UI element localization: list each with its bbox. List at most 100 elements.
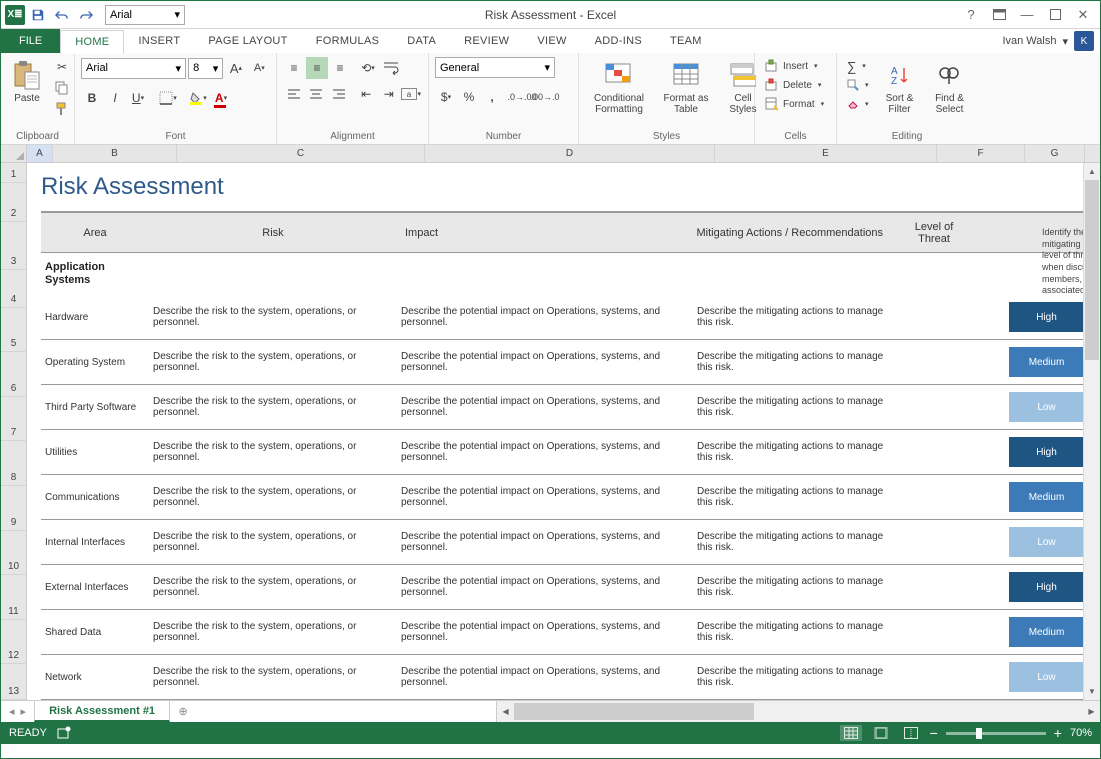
minimize-icon[interactable]: — <box>1016 4 1038 26</box>
row-header[interactable]: 12 <box>1 620 27 665</box>
column-header[interactable]: F <box>937 145 1025 162</box>
row-header[interactable]: 3 <box>1 222 27 270</box>
tab-page-layout[interactable]: PAGE LAYOUT <box>194 29 301 53</box>
prev-sheet-icon[interactable]: ◂ <box>9 705 15 718</box>
tab-formulas[interactable]: FORMULAS <box>302 29 394 53</box>
font-name-selector[interactable]: Arial▾ <box>81 58 186 79</box>
zoom-slider[interactable] <box>946 732 1046 735</box>
threat-badge[interactable]: Medium <box>1009 482 1084 512</box>
underline-button[interactable]: U▾ <box>127 87 149 109</box>
autosum-button[interactable]: ∑▾ <box>843 57 873 75</box>
format-painter-icon[interactable] <box>51 99 73 119</box>
conditional-formatting-button[interactable]: Conditional Formatting <box>585 57 653 117</box>
tab-home[interactable]: HOME <box>60 30 124 54</box>
tab-team[interactable]: TEAM <box>656 29 716 53</box>
orientation-icon[interactable]: ⟲▾ <box>357 57 379 79</box>
increase-indent-icon[interactable]: ⇥ <box>378 83 400 105</box>
sheet-content[interactable]: Risk Assessment Area Risk Impact Mitigat… <box>27 163 1100 700</box>
cell-risk[interactable]: Describe the risk to the system, operati… <box>149 531 397 553</box>
wrap-text-icon[interactable] <box>380 57 402 79</box>
format-as-table-button[interactable]: Format as Table <box>657 57 715 117</box>
cell-area[interactable]: Operating System <box>41 357 149 368</box>
row-header[interactable]: 9 <box>1 486 27 531</box>
qat-font-selector[interactable]: Arial▾ <box>105 5 185 25</box>
cell-area[interactable]: Utilities <box>41 447 149 458</box>
bold-button[interactable]: B <box>81 87 103 109</box>
threat-badge[interactable]: High <box>1009 437 1084 467</box>
cell-mitigating[interactable]: Describe the mitigating actions to manag… <box>693 531 903 553</box>
scroll-down-icon[interactable]: ▼ <box>1084 683 1100 700</box>
cell-impact[interactable]: Describe the potential impact on Operati… <box>397 621 693 643</box>
decrease-indent-icon[interactable]: ⇤ <box>355 83 377 105</box>
cell-impact[interactable]: Describe the potential impact on Operati… <box>397 441 693 463</box>
row-header[interactable]: 8 <box>1 441 27 486</box>
cell-mitigating[interactable]: Describe the mitigating actions to manag… <box>693 576 903 598</box>
threat-badge[interactable]: Low <box>1009 392 1084 422</box>
copy-icon[interactable] <box>51 78 73 98</box>
increase-font-icon[interactable]: A▴ <box>225 57 246 79</box>
border-button[interactable]: ▾ <box>157 87 179 109</box>
row-header[interactable]: 1 <box>1 163 27 183</box>
zoom-thumb[interactable] <box>976 728 982 739</box>
threat-badge[interactable]: High <box>1009 572 1084 602</box>
cell-impact[interactable]: Describe the potential impact on Operati… <box>397 531 693 553</box>
delete-button[interactable]: Delete▾ <box>761 76 828 94</box>
cell-risk[interactable]: Describe the risk to the system, operati… <box>149 621 397 643</box>
scroll-thumb[interactable] <box>514 703 754 720</box>
cell-impact[interactable]: Describe the potential impact on Operati… <box>397 576 693 598</box>
cell-risk[interactable]: Describe the risk to the system, operati… <box>149 396 397 418</box>
redo-icon[interactable] <box>75 4 97 26</box>
scroll-right-icon[interactable]: ▶ <box>1083 701 1100 722</box>
threat-badge[interactable]: Medium <box>1009 347 1084 377</box>
tab-data[interactable]: DATA <box>393 29 450 53</box>
align-middle-icon[interactable]: ≡ <box>306 57 328 79</box>
row-header[interactable]: 13 <box>1 664 27 700</box>
cell-area[interactable]: External Interfaces <box>41 582 149 593</box>
next-sheet-icon[interactable]: ▸ <box>21 705 27 718</box>
column-header[interactable]: A <box>27 145 53 162</box>
close-icon[interactable]: ✕ <box>1072 4 1094 26</box>
tab-review[interactable]: REVIEW <box>450 29 523 53</box>
cell-impact[interactable]: Describe the potential impact on Operati… <box>397 486 693 508</box>
sheet-nav[interactable]: ◂▸ <box>1 701 34 722</box>
cell-area[interactable]: Hardware <box>41 312 149 323</box>
row-header[interactable]: 4 <box>1 270 27 308</box>
number-format-selector[interactable]: General▾ <box>435 57 555 78</box>
cell-mitigating[interactable]: Describe the mitigating actions to manag… <box>693 351 903 373</box>
tab-view[interactable]: VIEW <box>523 29 580 53</box>
column-header[interactable]: B <box>53 145 177 162</box>
help-icon[interactable]: ? <box>960 4 982 26</box>
cell-area[interactable]: Network <box>41 672 149 683</box>
row-header[interactable]: 5 <box>1 308 27 353</box>
cell-impact[interactable]: Describe the potential impact on Operati… <box>397 666 693 688</box>
align-right-icon[interactable] <box>328 83 350 105</box>
font-size-selector[interactable]: 8▾ <box>188 58 223 79</box>
percent-format-icon[interactable]: % <box>458 86 480 108</box>
column-header[interactable]: C <box>177 145 425 162</box>
cell-risk[interactable]: Describe the risk to the system, operati… <box>149 441 397 463</box>
threat-badge[interactable]: Low <box>1009 662 1084 692</box>
zoom-level[interactable]: 70% <box>1070 727 1092 739</box>
save-icon[interactable] <box>27 4 49 26</box>
cell-area[interactable]: Third Party Software <box>41 402 149 413</box>
threat-badge[interactable]: High <box>1009 302 1084 332</box>
comma-format-icon[interactable]: , <box>481 86 503 108</box>
column-header[interactable]: G <box>1025 145 1085 162</box>
merge-center-icon[interactable]: a▾ <box>400 83 422 105</box>
cell-mitigating[interactable]: Describe the mitigating actions to manag… <box>693 666 903 688</box>
scroll-thumb[interactable] <box>1085 180 1099 360</box>
cell-mitigating[interactable]: Describe the mitigating actions to manag… <box>693 486 903 508</box>
cell-risk[interactable]: Describe the risk to the system, operati… <box>149 351 397 373</box>
cell-area[interactable]: Shared Data <box>41 627 149 638</box>
ribbon-display-icon[interactable] <box>988 4 1010 26</box>
threat-badge[interactable]: Low <box>1009 527 1084 557</box>
vertical-scrollbar[interactable]: ▲ ▼ <box>1083 163 1100 700</box>
add-sheet-button[interactable]: ⊕ <box>170 701 196 722</box>
horizontal-scrollbar[interactable]: ◀ ▶ <box>496 701 1100 722</box>
fill-color-button[interactable]: ▾ <box>187 87 209 109</box>
cell-impact[interactable]: Describe the potential impact on Operati… <box>397 396 693 418</box>
cell-risk[interactable]: Describe the risk to the system, operati… <box>149 486 397 508</box>
row-header[interactable]: 11 <box>1 575 27 620</box>
select-all-corner[interactable] <box>1 145 27 162</box>
file-tab[interactable]: FILE <box>1 29 60 53</box>
